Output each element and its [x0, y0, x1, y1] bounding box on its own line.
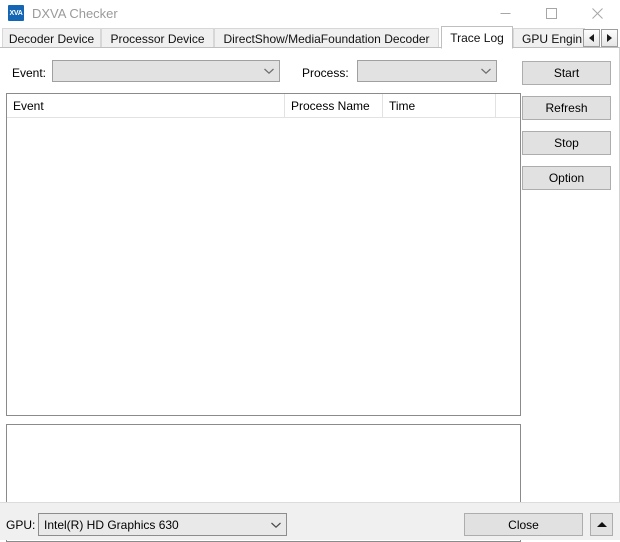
tab-directshow-mediafoundation-decoder[interactable]: DirectShow/MediaFoundation Decoder	[214, 28, 439, 48]
app-icon: XVA	[8, 5, 24, 21]
minimize-button[interactable]	[482, 0, 528, 26]
window-title: DXVA Checker	[32, 5, 118, 21]
start-button-label: Start	[553, 66, 580, 80]
column-header-time[interactable]: Time	[383, 94, 496, 117]
tab-scroll-right-button[interactable]	[601, 29, 618, 47]
chevron-right-icon	[607, 34, 612, 42]
gpu-label: GPU:	[6, 518, 36, 532]
event-filter-label: Event:	[12, 66, 47, 80]
status-bar: GPU: Intel(R) HD Graphics 630 Close	[0, 502, 620, 540]
tab-trace-log[interactable]: Trace Log	[441, 26, 513, 49]
column-header-event[interactable]: Event	[7, 94, 285, 117]
close-dialog-button-label: Close	[508, 517, 539, 532]
close-dialog-button[interactable]: Close	[464, 513, 583, 536]
tab-gpu-engine[interactable]: GPU Engin	[513, 28, 585, 48]
title-bar: XVA DXVA Checker	[0, 0, 620, 26]
event-filter-combobox[interactable]	[52, 60, 280, 82]
gpu-selector-combobox[interactable]: Intel(R) HD Graphics 630	[38, 513, 287, 536]
tab-decoder-device[interactable]: Decoder Device	[2, 28, 101, 48]
gpu-selector-value: Intel(R) HD Graphics 630	[44, 517, 179, 532]
stop-button-label: Stop	[554, 136, 579, 150]
refresh-button-label: Refresh	[545, 101, 588, 115]
process-filter-combobox[interactable]	[357, 60, 497, 82]
tab-label: DirectShow/MediaFoundation Decoder	[223, 31, 430, 46]
tab-strip: Decoder Device Processor Device DirectSh…	[0, 26, 620, 49]
expand-up-icon	[596, 522, 607, 527]
trace-log-listview[interactable]: Event Process Name Time	[6, 93, 521, 416]
stop-button[interactable]: Stop	[522, 131, 611, 155]
expand-up-button[interactable]	[590, 513, 613, 536]
tab-label: GPU Engin	[522, 31, 583, 46]
trace-log-detail-text	[7, 425, 520, 433]
column-header-extra[interactable]	[496, 94, 520, 117]
tab-label: Decoder Device	[8, 31, 95, 46]
refresh-button[interactable]: Refresh	[522, 96, 611, 120]
option-button-label: Option	[548, 171, 585, 185]
option-button[interactable]: Option	[522, 166, 611, 190]
tab-processor-device[interactable]: Processor Device	[101, 28, 214, 48]
column-header-process-name[interactable]: Process Name	[285, 94, 383, 117]
dxva-checker-window: XVA DXVA Checker Decoder Device Processo…	[0, 0, 620, 542]
listview-header: Event Process Name Time	[7, 94, 520, 118]
close-button[interactable]	[574, 0, 620, 26]
chevron-down-icon	[259, 67, 279, 75]
chevron-left-icon	[589, 34, 594, 42]
trace-log-tab-page: Event: Process: Event Process Name Time	[0, 47, 620, 542]
chevron-down-icon	[266, 521, 286, 529]
maximize-button[interactable]	[528, 0, 574, 26]
tab-label: Trace Log	[450, 30, 504, 45]
start-button[interactable]: Start	[522, 61, 611, 85]
tab-scroll-left-button[interactable]	[583, 29, 600, 47]
tab-label: Processor Device	[110, 31, 205, 46]
process-filter-label: Process:	[302, 66, 349, 80]
chevron-down-icon	[476, 67, 496, 75]
listview-rows	[7, 118, 520, 415]
window-controls	[482, 0, 620, 26]
